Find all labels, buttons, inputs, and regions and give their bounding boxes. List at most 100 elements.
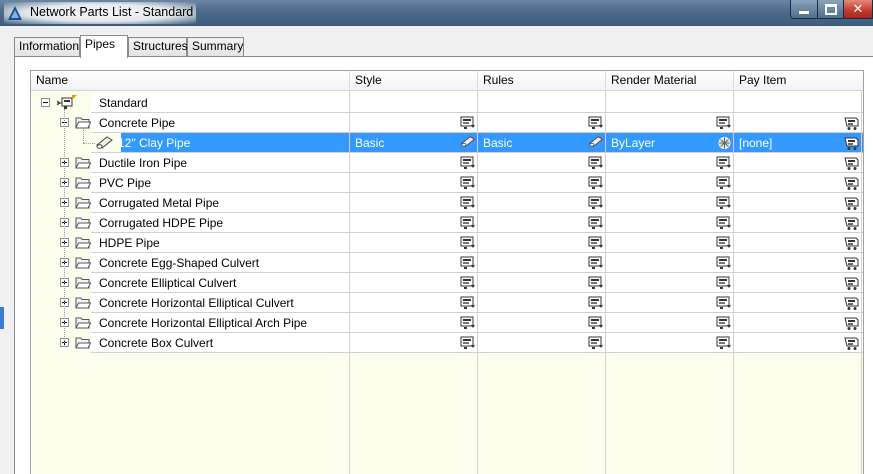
cell-rules[interactable]: Basic xyxy=(478,133,512,153)
column-header-name[interactable]: Name xyxy=(31,71,350,90)
pay-item-icon[interactable] xyxy=(843,195,860,211)
column-divider xyxy=(349,91,350,474)
rules-edit-icon[interactable] xyxy=(588,255,605,271)
tree-row-family[interactable]: Concrete Box Culvert xyxy=(31,333,863,353)
tree-row-family[interactable]: Ductile Iron Pipe xyxy=(31,153,863,173)
pay-item-icon[interactable] xyxy=(843,215,860,231)
tree-label: Standard xyxy=(99,96,148,110)
tab-information[interactable]: Information xyxy=(14,37,80,56)
tree-row-family[interactable]: Concrete Egg-Shaped Culvert xyxy=(31,253,863,273)
rules-edit-icon[interactable] xyxy=(588,335,605,351)
tree-label: HDPE Pipe xyxy=(99,236,160,250)
maximize-button[interactable] xyxy=(817,0,844,19)
render-material-edit-icon[interactable] xyxy=(716,155,733,171)
tree-label: Concrete Horizontal Elliptical Arch Pipe xyxy=(99,316,308,330)
tree-row-family[interactable]: HDPE Pipe xyxy=(31,233,863,253)
rules-edit-icon[interactable] xyxy=(588,135,605,151)
style-edit-icon[interactable] xyxy=(460,115,477,131)
tab-summary[interactable]: Summary xyxy=(187,37,244,56)
tree-label: Concrete Horizontal Elliptical Culvert xyxy=(99,296,294,310)
cell-render-material[interactable]: ByLayer xyxy=(606,133,655,153)
folder-closed-icon xyxy=(75,236,92,249)
parts-grid[interactable]: Name Style Rules Render Material Pay Ite… xyxy=(30,70,864,474)
style-edit-icon[interactable] xyxy=(460,215,477,231)
collapse-toggle[interactable] xyxy=(41,98,50,107)
rules-edit-icon[interactable] xyxy=(588,195,605,211)
pay-item-icon[interactable] xyxy=(843,255,860,271)
rules-edit-icon[interactable] xyxy=(588,215,605,231)
render-material-edit-icon[interactable] xyxy=(716,315,733,331)
column-header-rules[interactable]: Rules xyxy=(478,71,606,90)
autocad-logo-icon[interactable] xyxy=(8,6,22,20)
render-material-edit-icon[interactable] xyxy=(716,115,733,131)
pay-item-icon[interactable] xyxy=(843,335,860,351)
pay-item-icon[interactable] xyxy=(843,235,860,251)
column-header-render-material[interactable]: Render Material xyxy=(606,71,734,90)
rules-edit-icon[interactable] xyxy=(588,295,605,311)
style-edit-icon[interactable] xyxy=(460,295,477,311)
rules-edit-icon[interactable] xyxy=(588,155,605,171)
column-header-style[interactable]: Style xyxy=(350,71,478,90)
render-material-edit-icon[interactable] xyxy=(716,275,733,291)
style-edit-icon[interactable] xyxy=(460,275,477,291)
tree-connector xyxy=(64,109,65,343)
folder-closed-icon xyxy=(75,196,92,209)
tree-row-family[interactable]: Corrugated Metal Pipe xyxy=(31,193,863,213)
close-icon: ✕ xyxy=(852,1,864,16)
rules-edit-icon[interactable] xyxy=(588,275,605,291)
render-material-icon[interactable] xyxy=(716,135,733,151)
tab-pipes[interactable]: Pipes xyxy=(80,35,128,58)
pay-item-icon[interactable] xyxy=(843,135,860,151)
rules-edit-icon[interactable] xyxy=(588,315,605,331)
style-edit-icon[interactable] xyxy=(460,195,477,211)
render-material-edit-icon[interactable] xyxy=(716,335,733,351)
pay-item-icon[interactable] xyxy=(843,275,860,291)
render-material-edit-icon[interactable] xyxy=(716,215,733,231)
title-bar[interactable]: Network Parts List - Standard ✕ xyxy=(0,0,873,26)
tree-row-family[interactable]: Corrugated HDPE Pipe xyxy=(31,213,863,233)
style-edit-icon[interactable] xyxy=(460,135,477,151)
rules-edit-icon[interactable] xyxy=(588,235,605,251)
style-edit-icon[interactable] xyxy=(460,315,477,331)
folder-closed-icon xyxy=(75,156,92,169)
column-divider xyxy=(733,91,734,474)
pipe-part-icon xyxy=(95,135,115,151)
folder-closed-icon xyxy=(75,316,92,329)
cell-pay-item[interactable]: [none] xyxy=(734,133,772,153)
grid-header: Name Style Rules Render Material Pay Ite… xyxy=(31,71,863,91)
tree-row-root[interactable]: Standard xyxy=(31,93,863,113)
cell-style[interactable]: Basic xyxy=(350,133,384,153)
folder-closed-icon xyxy=(75,176,92,189)
style-edit-icon[interactable] xyxy=(460,175,477,191)
render-material-edit-icon[interactable] xyxy=(716,235,733,251)
close-button[interactable]: ✕ xyxy=(843,0,873,19)
rules-edit-icon[interactable] xyxy=(588,115,605,131)
tree-row-family[interactable]: Concrete Pipe xyxy=(31,113,863,133)
parts-list-icon xyxy=(56,95,78,111)
pay-item-icon[interactable] xyxy=(843,115,860,131)
style-edit-icon[interactable] xyxy=(460,255,477,271)
minimize-button[interactable] xyxy=(790,0,818,19)
pay-item-icon[interactable] xyxy=(843,155,860,171)
tree-connector xyxy=(83,143,95,144)
tree-label: Concrete Box Culvert xyxy=(99,336,214,350)
render-material-edit-icon[interactable] xyxy=(716,295,733,311)
render-material-edit-icon[interactable] xyxy=(716,175,733,191)
rules-edit-icon[interactable] xyxy=(588,175,605,191)
tree-row-family[interactable]: PVC Pipe xyxy=(31,173,863,193)
tree-connector xyxy=(83,129,84,143)
pay-item-icon[interactable] xyxy=(843,295,860,311)
style-edit-icon[interactable] xyxy=(460,235,477,251)
pay-item-icon[interactable] xyxy=(843,175,860,191)
style-edit-icon[interactable] xyxy=(460,335,477,351)
pay-item-icon[interactable] xyxy=(843,315,860,331)
tree-row-family[interactable]: Concrete Horizontal Elliptical Culvert xyxy=(31,293,863,313)
style-edit-icon[interactable] xyxy=(460,155,477,171)
tree-row-family[interactable]: Concrete Elliptical Culvert xyxy=(31,273,863,293)
column-header-pay-item[interactable]: Pay Item xyxy=(734,71,863,90)
render-material-edit-icon[interactable] xyxy=(716,255,733,271)
tree-row-part[interactable]: 12" Clay Pipe Basic Basic ByLayer [none] xyxy=(31,133,863,153)
tab-structures[interactable]: Structures xyxy=(128,37,188,56)
render-material-edit-icon[interactable] xyxy=(716,195,733,211)
tree-row-family[interactable]: Concrete Horizontal Elliptical Arch Pipe xyxy=(31,313,863,333)
